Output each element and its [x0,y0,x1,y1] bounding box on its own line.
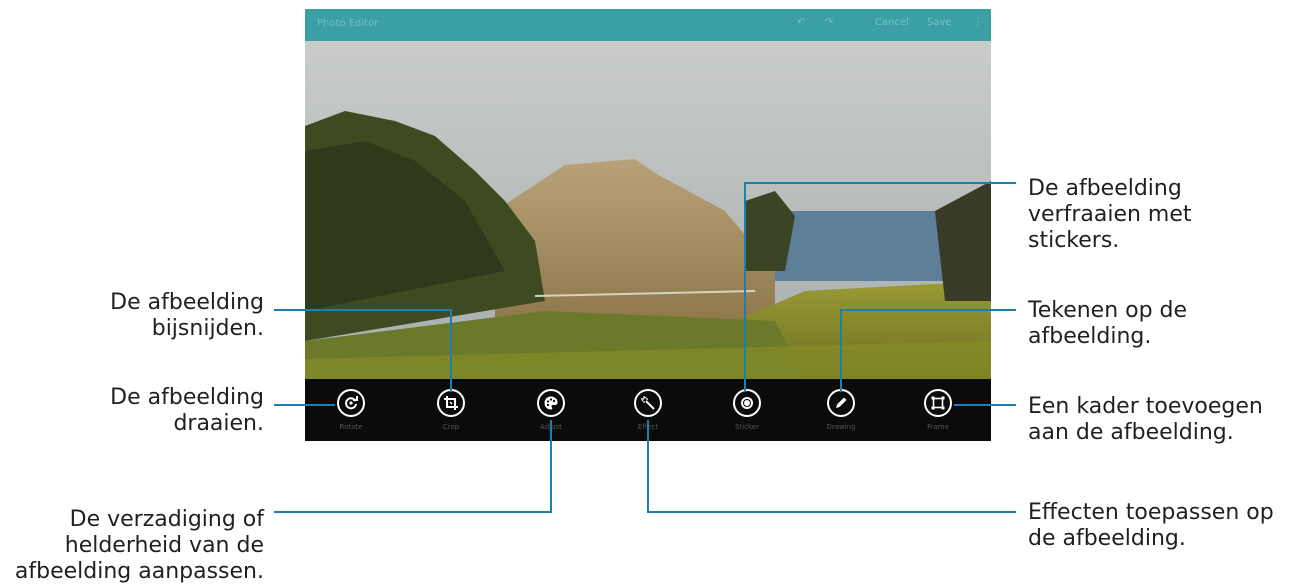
callout-line: afbeelding aanpassen. [14,559,264,584]
callout-adjust: De verzadiging of helderheid van de afbe… [15,507,264,585]
callout-line: draaien. [173,411,264,436]
callout-line: verfraaien met [1028,202,1192,227]
callout-crop: De afbeelding bijsnijden. [110,290,264,342]
callout-line: Effecten toepassen op [1028,500,1274,525]
callout-line: De afbeelding [110,290,264,315]
callout-line: helderheid van de [64,533,264,558]
callout-sticker: De afbeelding verfraaien met stickers. [1028,176,1192,254]
callout-line: De afbeelding [110,385,264,410]
callout-line: De afbeelding [1028,176,1182,201]
callout-line: De verzadiging of [69,507,264,532]
callout-frame: Een kader toevoegen aan de afbeelding. [1028,394,1263,446]
callout-line: de afbeelding. [1028,526,1186,551]
callout-line: bijsnijden. [151,316,264,341]
callout-line: stickers. [1028,228,1120,253]
callout-line: aan de afbeelding. [1028,420,1234,445]
callout-line: Een kader toevoegen [1028,394,1263,419]
callout-effect: Effecten toepassen op de afbeelding. [1028,500,1274,552]
callout-line: afbeelding. [1028,324,1152,349]
callout-drawing: Tekenen op de afbeelding. [1028,298,1187,350]
callout-line: Tekenen op de [1028,298,1188,323]
callout-rotate: De afbeelding draaien. [110,385,264,437]
